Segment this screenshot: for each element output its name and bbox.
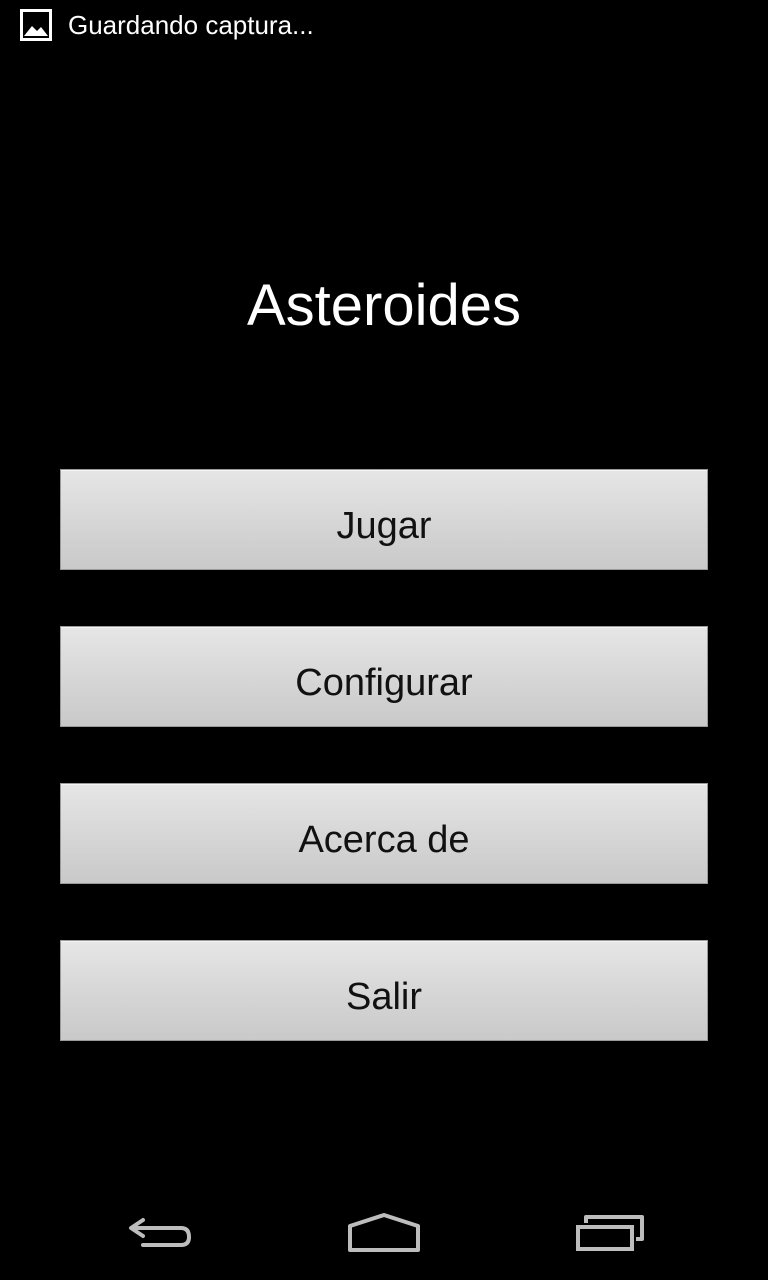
settings-button[interactable]: Configurar: [60, 626, 708, 727]
navigation-bar: [0, 1190, 768, 1280]
status-bar: Guardando captura...: [0, 0, 768, 50]
app-title: Asteroides: [246, 273, 522, 338]
recents-icon: [574, 1213, 646, 1258]
image-icon: [20, 9, 52, 41]
settings-button-label: Configurar: [295, 661, 473, 704]
about-button[interactable]: Acerca de: [60, 783, 708, 884]
back-icon: [125, 1213, 195, 1258]
play-button-label: Jugar: [336, 504, 432, 547]
notification-text: Guardando captura...: [68, 10, 314, 40]
home-button[interactable]: [334, 1208, 434, 1262]
exit-button-label: Salir: [345, 975, 423, 1018]
play-button[interactable]: Jugar: [60, 469, 708, 570]
main-menu: Jugar Configurar Acerca de Salir: [60, 469, 708, 1041]
recents-button[interactable]: [560, 1208, 660, 1262]
about-button-label: Acerca de: [298, 818, 470, 861]
back-button[interactable]: [110, 1208, 210, 1262]
home-icon: [346, 1212, 422, 1259]
exit-button[interactable]: Salir: [60, 940, 708, 1041]
